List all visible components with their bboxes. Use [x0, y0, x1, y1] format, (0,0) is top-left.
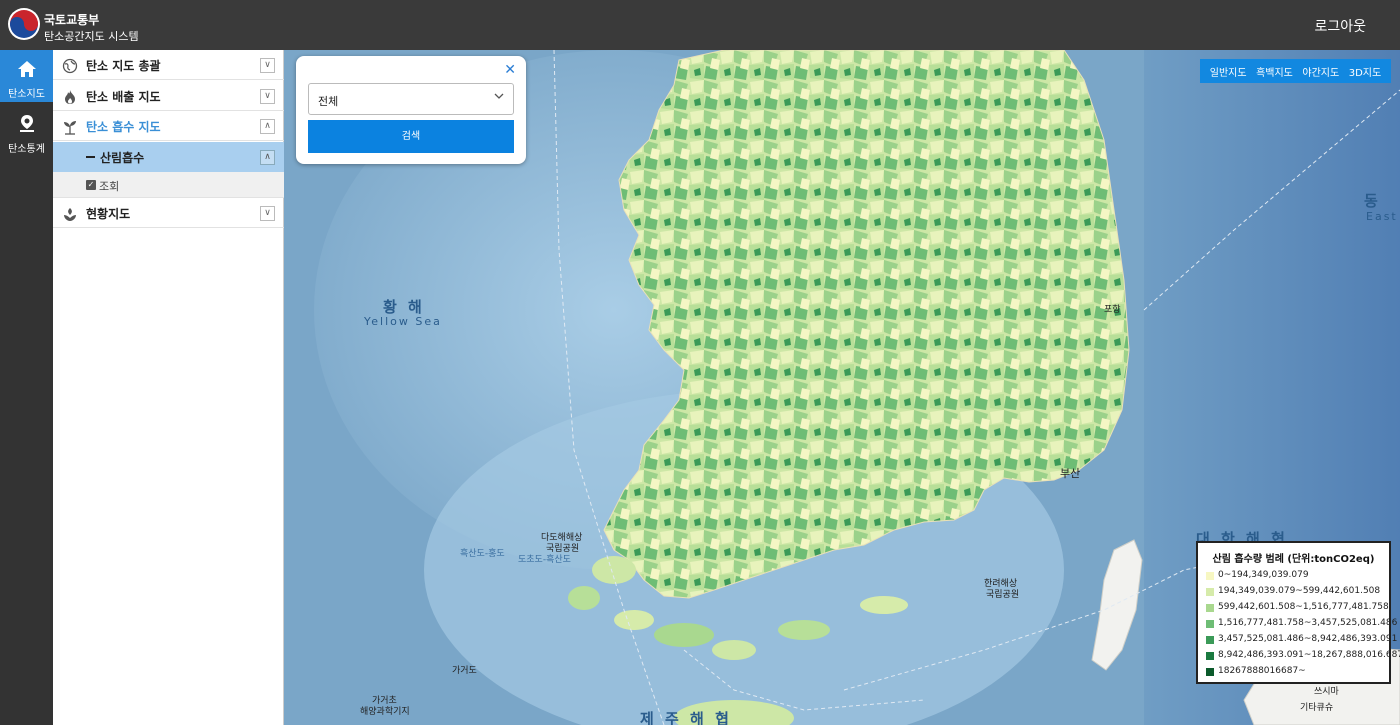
menu-label: 탄소 배출 지도 [86, 90, 161, 104]
chevron-up-icon[interactable]: ∧ [260, 150, 275, 165]
government-emblem-logo [8, 8, 40, 40]
sprout-icon [64, 121, 76, 135]
map-label-jeju-strait: 제 주 해 협 [640, 710, 732, 725]
legend-swatch [1206, 636, 1214, 644]
basemap-option-grayscale[interactable]: 흑백지도 [1256, 64, 1293, 79]
legend-swatch [1206, 668, 1214, 676]
icon-rail: 탄소지도 탄소통계 [0, 50, 53, 725]
submenu-label: 산림흡수 [100, 151, 145, 165]
chevron-up-icon[interactable]: ∧ [260, 119, 275, 134]
search-popup: ✕ 전체 검색 [296, 56, 526, 164]
legend-label: 8,942,486,393.091~18,267,888,016.687 [1218, 650, 1400, 660]
map-label-yellow-sea: 황 해 [383, 298, 425, 316]
map-label-east-sea-en: East [1366, 210, 1398, 223]
menu-item-carbon-overview[interactable]: 탄소 지도 총괄 ∨ [53, 50, 284, 80]
search-button[interactable]: 검색 [308, 120, 514, 153]
region-select-value: 전체 [318, 95, 339, 108]
chevron-down-icon [494, 93, 504, 99]
dash-icon [86, 156, 95, 158]
chevron-down-icon[interactable]: ∨ [260, 89, 275, 104]
legend-swatch [1206, 652, 1214, 660]
legend-label: 0~194,349,039.079 [1218, 570, 1309, 580]
view-toggle-label: 조회 [99, 180, 120, 193]
map-label-hallyeo-2: 국립공원 [986, 590, 1020, 600]
basemap-switch: 일반지도 흑백지도 야간지도 3D지도 [1200, 59, 1391, 83]
rail-label-carbon-stats: 탄소통계 [8, 144, 45, 155]
app-header: 국토교통부 탄소공간지도 시스템 로그아웃 [0, 0, 1400, 50]
legend-label: 3,457,525,081.486~8,942,486,393.091 [1218, 634, 1398, 644]
legend-label: 599,442,601.508~1,516,777,481.758 [1218, 602, 1389, 612]
map-label-mokpo-heuksan: 도초도-흑산도 [518, 555, 571, 565]
map-label-tsushima: 쓰시마 [1314, 687, 1339, 697]
map-label-east-sea: 동 [1364, 192, 1381, 210]
region-select[interactable]: 전체 [308, 83, 514, 115]
map-label-pohang: 포항 [1104, 305, 1121, 315]
legend-label: 1,516,777,481.758~3,457,525,081.486 [1218, 618, 1398, 628]
layer-menu-panel: 탄소 지도 총괄 ∨ 탄소 배출 지도 ∨ 탄소 흡수 지도 ∧ 산림흡수 ∧ … [53, 50, 284, 725]
legend-label: 194,349,039.079~599,442,601.508 [1218, 586, 1381, 596]
legend-swatch [1206, 604, 1214, 612]
map-label-heuksando: 흑산도-홍도 [460, 549, 505, 559]
rail-label-carbon-map: 탄소지도 [8, 89, 45, 100]
location-pin-icon [20, 115, 34, 132]
view-toggle-row[interactable]: ✓ 조회 [53, 172, 284, 198]
chevron-down-icon[interactable]: ∨ [260, 206, 275, 221]
view-checkbox[interactable]: ✓ [86, 180, 96, 190]
menu-label: 현황지도 [86, 207, 131, 221]
legend-label: 18267888016687~ [1218, 666, 1306, 676]
basemap-option-night[interactable]: 야간지도 [1302, 64, 1339, 79]
flame-icon [65, 90, 75, 104]
leaf-hand-icon [64, 208, 76, 221]
legend-swatch [1206, 572, 1214, 580]
map-label-gageocho-2: 해양과학기지 [360, 707, 410, 717]
basemap-option-general[interactable]: 일반지도 [1210, 64, 1247, 79]
map-label-kitakyushu: 기타큐슈 [1300, 703, 1334, 713]
system-name: 탄소공간지도 시스템 [44, 30, 139, 43]
legend-swatch [1206, 620, 1214, 628]
legend-swatch [1206, 588, 1214, 596]
menu-item-carbon-emission[interactable]: 탄소 배출 지도 ∨ [53, 81, 284, 111]
map-legend: 산림 흡수량 범례 (단위:tonCO2eq) 0~194,349,039.07… [1196, 541, 1400, 684]
menu-item-status-map[interactable]: 현황지도 ∨ [53, 198, 284, 228]
map-label-gageo: 가거도 [452, 666, 477, 676]
menu-label: 탄소 지도 총괄 [86, 59, 161, 73]
submenu-item-forest-absorption[interactable]: 산림흡수 ∧ [53, 142, 284, 172]
basemap-option-3d[interactable]: 3D지도 [1349, 64, 1381, 79]
map-label-busan: 부산 [1060, 467, 1081, 480]
chevron-down-icon[interactable]: ∨ [260, 58, 275, 73]
close-icon[interactable]: ✕ [504, 62, 516, 78]
rail-item-carbon-map[interactable]: 탄소지도 [0, 50, 53, 102]
globe-icon [62, 58, 78, 74]
logout-button[interactable]: 로그아웃 [1314, 16, 1366, 36]
map-label-yellow-sea-en: Yellow Sea [364, 315, 442, 328]
legend-title: 산림 흡수량 범례 (단위:tonCO2eq) [1212, 554, 1375, 565]
rail-item-carbon-stats[interactable]: 탄소통계 [0, 105, 53, 157]
home-icon [18, 61, 36, 77]
menu-item-carbon-absorption[interactable]: 탄소 흡수 지도 ∧ [53, 111, 284, 141]
menu-label: 탄소 흡수 지도 [86, 120, 161, 134]
org-name: 국토교통부 [44, 13, 100, 27]
